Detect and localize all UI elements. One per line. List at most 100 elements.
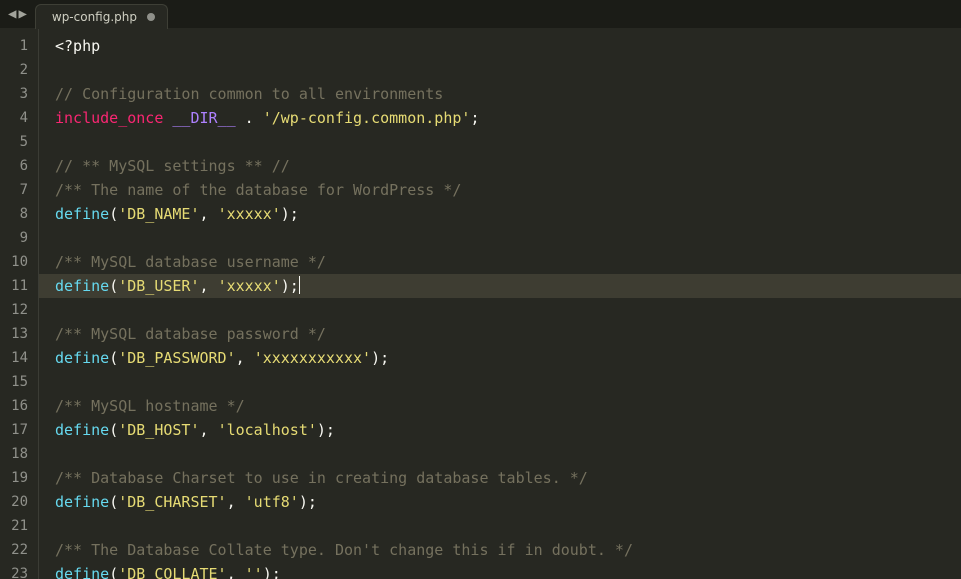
code-token: 'xxxxx': [218, 205, 281, 223]
code-token: ,: [236, 349, 254, 367]
code-line[interactable]: /** The Database Collate type. Don't cha…: [55, 538, 961, 562]
code-token: ,: [227, 493, 245, 511]
nav-prev-icon[interactable]: ◀: [8, 7, 16, 21]
line-number: 1: [0, 34, 38, 58]
code-area[interactable]: <?php // Configuration common to all envi…: [39, 28, 961, 579]
code-line[interactable]: include_once __DIR__ . '/wp-config.commo…: [55, 106, 961, 130]
line-number: 16: [0, 394, 38, 418]
tab-wp-config[interactable]: wp-config.php: [35, 4, 168, 29]
text-cursor-icon: [299, 276, 300, 294]
code-line[interactable]: [55, 58, 961, 82]
code-token: 'localhost': [218, 421, 317, 439]
code-line[interactable]: // Configuration common to all environme…: [55, 82, 961, 106]
line-number: 22: [0, 538, 38, 562]
line-number: 17: [0, 418, 38, 442]
code-line[interactable]: define('DB_USER', 'xxxxx');: [55, 274, 961, 298]
line-number: 10: [0, 250, 38, 274]
code-line[interactable]: /** Database Charset to use in creating …: [55, 466, 961, 490]
line-number: 4: [0, 106, 38, 130]
code-line[interactable]: // ** MySQL settings ** //: [55, 154, 961, 178]
code-token: (: [109, 349, 118, 367]
code-token: define: [55, 205, 109, 223]
code-line[interactable]: [55, 442, 961, 466]
code-token: define: [55, 565, 109, 579]
nav-arrows: ◀ ▶: [0, 0, 35, 28]
code-token: ,: [200, 277, 218, 295]
code-line[interactable]: /** MySQL database password */: [55, 322, 961, 346]
code-token: ,: [200, 421, 218, 439]
code-token: (: [109, 493, 118, 511]
line-number: 2: [0, 58, 38, 82]
code-token: /** MySQL database username */: [55, 253, 326, 271]
code-token: 'xxxxxxxxxxx': [254, 349, 371, 367]
code-token: );: [299, 493, 317, 511]
code-line[interactable]: define('DB_PASSWORD', 'xxxxxxxxxxx');: [55, 346, 961, 370]
code-line[interactable]: define('DB_CHARSET', 'utf8');: [55, 490, 961, 514]
code-line[interactable]: define('DB_NAME', 'xxxxx');: [55, 202, 961, 226]
code-token: define: [55, 493, 109, 511]
code-token: /** The name of the database for WordPre…: [55, 181, 461, 199]
code-token: 'xxxxx': [218, 277, 281, 295]
code-token: 'DB_CHARSET': [118, 493, 226, 511]
line-number: 14: [0, 346, 38, 370]
code-line[interactable]: [55, 130, 961, 154]
line-number: 3: [0, 82, 38, 106]
code-token: );: [281, 277, 299, 295]
code-token: 'utf8': [245, 493, 299, 511]
code-line[interactable]: [55, 298, 961, 322]
line-number: 6: [0, 154, 38, 178]
code-token: (: [109, 565, 118, 579]
code-token: define: [55, 277, 109, 295]
code-token: /** Database Charset to use in creating …: [55, 469, 588, 487]
line-number: 21: [0, 514, 38, 538]
code-token: '/wp-config.common.php': [263, 109, 471, 127]
tab-label: wp-config.php: [52, 3, 137, 31]
dirty-indicator-icon: [147, 13, 155, 21]
code-token: );: [371, 349, 389, 367]
code-line[interactable]: <?php: [55, 34, 961, 58]
code-token: /** MySQL hostname */: [55, 397, 245, 415]
code-line[interactable]: /** MySQL hostname */: [55, 394, 961, 418]
code-token: 'DB_NAME': [118, 205, 199, 223]
code-token: );: [317, 421, 335, 439]
line-number: 13: [0, 322, 38, 346]
line-number: 7: [0, 178, 38, 202]
code-token: <?php: [55, 37, 100, 55]
code-token: /** MySQL database password */: [55, 325, 326, 343]
code-token: define: [55, 349, 109, 367]
code-line[interactable]: [55, 514, 961, 538]
code-line[interactable]: define('DB_COLLATE', '');: [55, 562, 961, 579]
code-token: '': [245, 565, 263, 579]
line-number: 5: [0, 130, 38, 154]
code-token: 'DB_USER': [118, 277, 199, 295]
code-token: [254, 109, 263, 127]
line-number: 20: [0, 490, 38, 514]
code-token: (: [109, 205, 118, 223]
code-token: (: [109, 421, 118, 439]
code-line[interactable]: /** MySQL database username */: [55, 250, 961, 274]
line-number: 8: [0, 202, 38, 226]
line-number: 11: [0, 274, 38, 298]
code-token: include_once: [55, 109, 163, 127]
titlebar: ◀ ▶ wp-config.php: [0, 0, 961, 28]
line-number: 18: [0, 442, 38, 466]
code-token: );: [263, 565, 281, 579]
gutter: 1234567891011121314151617181920212223: [0, 28, 39, 579]
code-token: /** The Database Collate type. Don't cha…: [55, 541, 633, 559]
code-token: // ** MySQL settings ** //: [55, 157, 290, 175]
line-number: 23: [0, 562, 38, 579]
code-token: [236, 109, 245, 127]
code-token: 'DB_PASSWORD': [118, 349, 235, 367]
code-line[interactable]: [55, 226, 961, 250]
code-token: ;: [470, 109, 479, 127]
nav-next-icon[interactable]: ▶: [18, 7, 26, 21]
editor: 1234567891011121314151617181920212223 <?…: [0, 28, 961, 579]
line-number: 19: [0, 466, 38, 490]
code-line[interactable]: [55, 370, 961, 394]
code-token: .: [245, 109, 254, 127]
code-token: );: [281, 205, 299, 223]
line-number: 12: [0, 298, 38, 322]
code-line[interactable]: /** The name of the database for WordPre…: [55, 178, 961, 202]
code-line[interactable]: define('DB_HOST', 'localhost');: [55, 418, 961, 442]
code-token: 'DB_COLLATE': [118, 565, 226, 579]
